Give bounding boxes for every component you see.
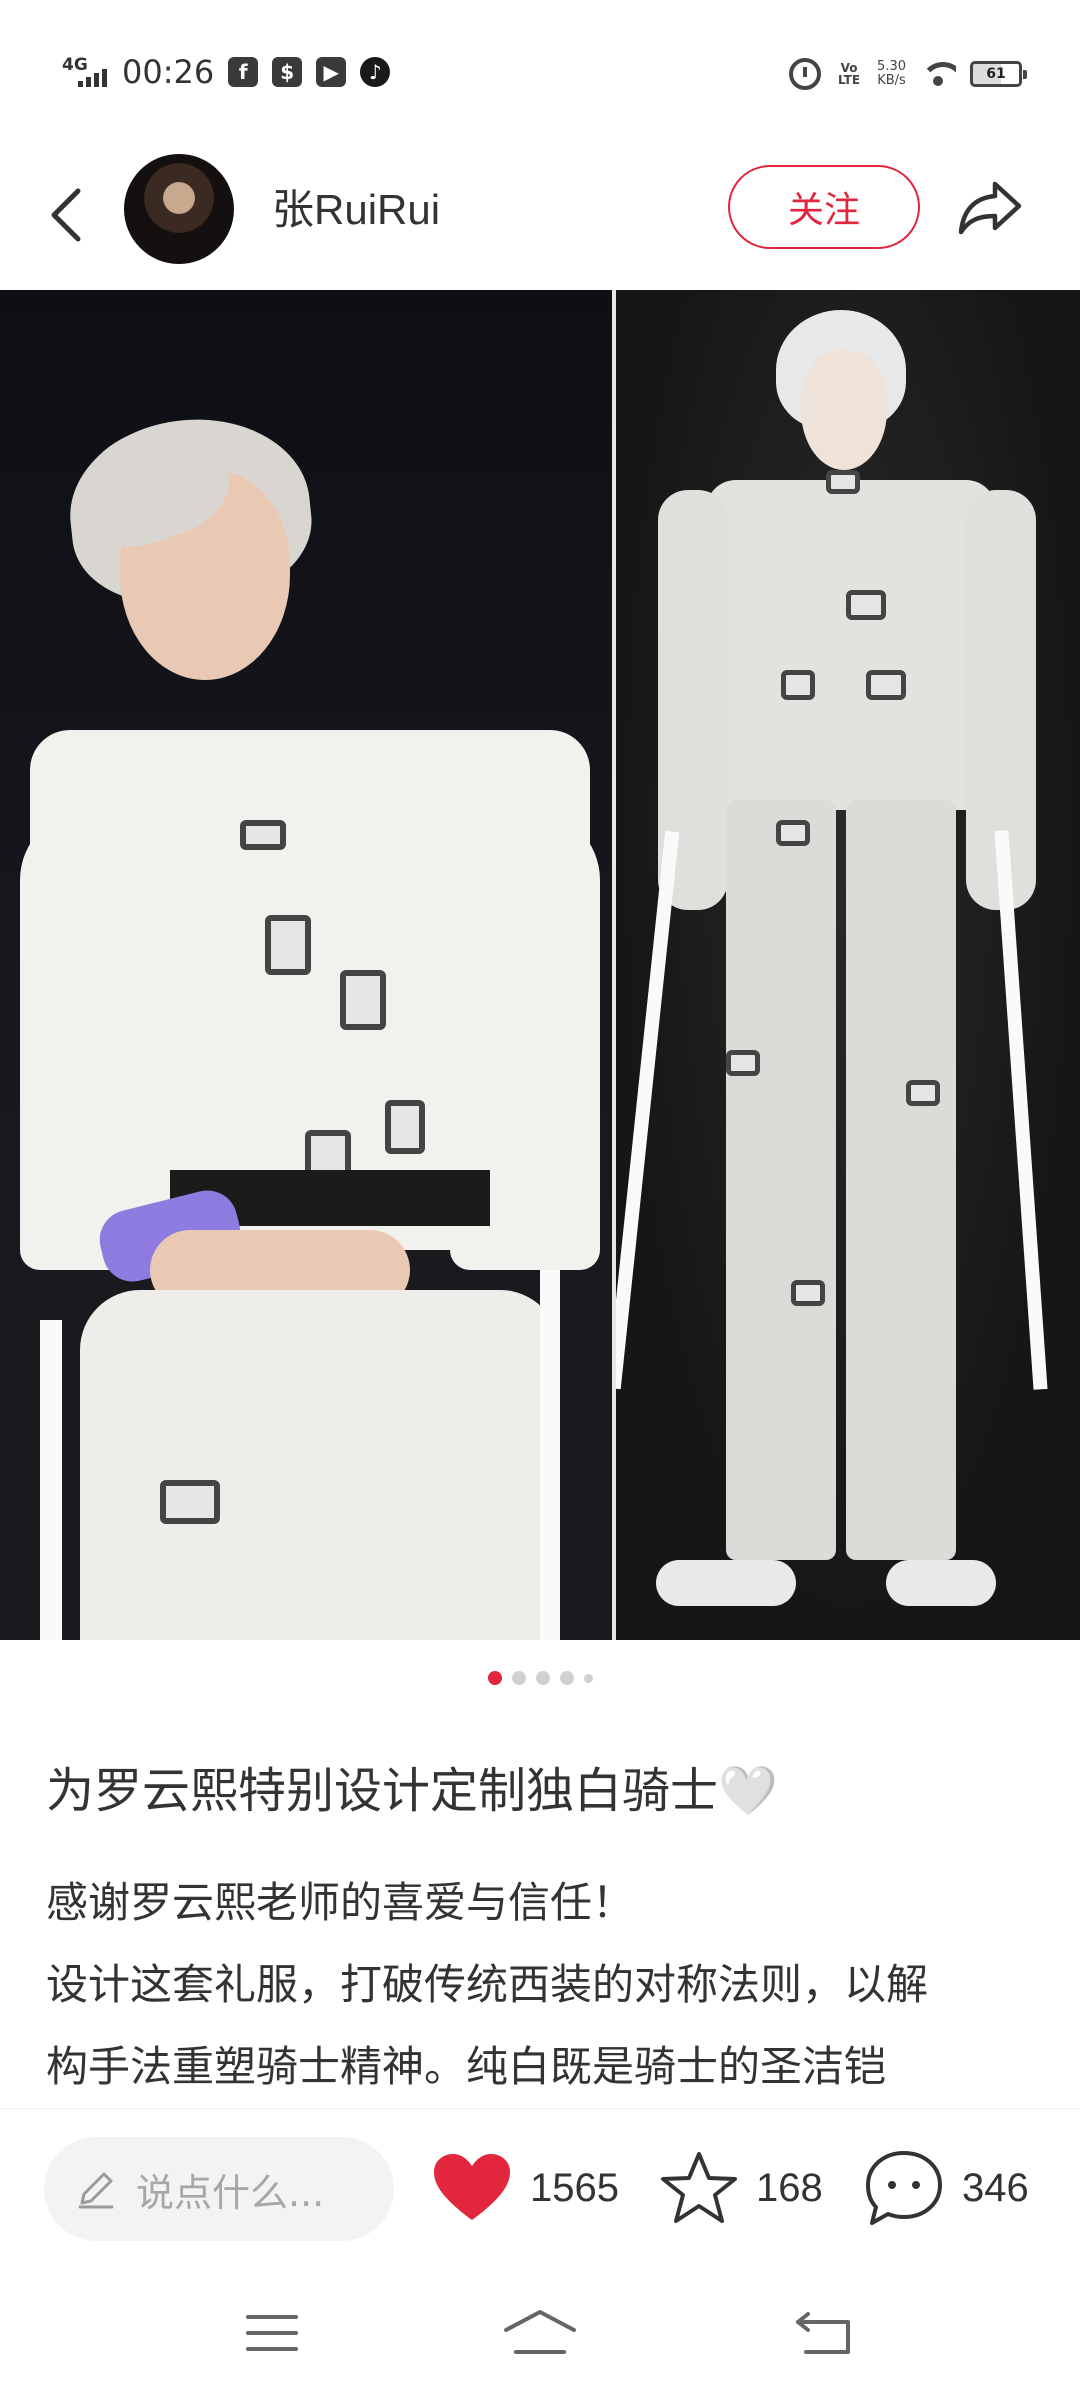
- speed-value: 5.30: [877, 59, 906, 74]
- system-back-button[interactable]: [784, 2298, 864, 2368]
- share-button[interactable]: [952, 170, 1028, 246]
- chat-bubble-icon: [866, 2151, 942, 2225]
- facebook-icon: f: [228, 57, 259, 87]
- share-icon: [958, 181, 1022, 235]
- menu-icon: [246, 2315, 298, 2351]
- carousel-dot: [511, 1671, 526, 1685]
- star-icon: [661, 2152, 737, 2223]
- author-avatar[interactable]: [124, 154, 234, 264]
- post-body-line: 构手法重塑骑士精神。纯白既是骑士的圣洁铠: [46, 2042, 887, 2091]
- heart-icon: [434, 2154, 510, 2220]
- like-count: 1565: [530, 2165, 619, 2210]
- carousel-dot: [583, 1673, 593, 1683]
- status-bar: 4G 00:26 f $ ▶ ♪ Vo LTE 5.30 KB/s 61: [0, 0, 1080, 140]
- follow-button[interactable]: 关注: [728, 165, 920, 249]
- design-sketch: [616, 290, 1080, 1640]
- favorite-button[interactable]: 168: [660, 2143, 823, 2233]
- post-body[interactable]: 感谢罗云熙老师的喜爱与信任！ 设计这套礼服，打破传统西装的对称法则，以解 构手法…: [46, 1862, 1046, 2108]
- battery-level: 61: [986, 66, 1006, 82]
- action-bar: 说点什么... 1565 168 346: [0, 2108, 1080, 2268]
- speed-unit: KB/s: [877, 73, 906, 88]
- volte-indicator: Vo LTE: [838, 61, 861, 87]
- carousel-dot: [535, 1671, 550, 1685]
- pencil-icon: [78, 2172, 114, 2209]
- post-header: 张RuiRui 关注: [0, 140, 1080, 290]
- author-name[interactable]: 张RuiRui: [272, 176, 440, 237]
- cellular-signal-icon: 4G: [62, 55, 108, 89]
- system-nav-bar: [0, 2268, 1080, 2400]
- post-body-line: 感谢罗云熙老师的喜爱与信任！: [46, 1878, 635, 1927]
- favorite-count: 168: [756, 2165, 823, 2210]
- comment-count: 346: [962, 2165, 1029, 2210]
- network-speed: 5.30 KB/s: [877, 60, 906, 88]
- home-button[interactable]: [500, 2298, 580, 2368]
- shop-icon: $: [272, 57, 303, 87]
- tiktok-icon: ♪: [360, 57, 391, 87]
- image-carousel[interactable]: [0, 290, 1080, 1640]
- back-button[interactable]: [36, 180, 96, 250]
- chevron-left-icon: [51, 188, 81, 242]
- carousel-dot: [559, 1671, 574, 1685]
- post-title: 为罗云熙特别设计定制独白骑士🤍: [46, 1763, 778, 1819]
- clock: 00:26: [122, 53, 215, 91]
- comment-placeholder: 说点什么...: [136, 2170, 325, 2215]
- wifi-icon: [920, 60, 956, 88]
- carousel-dot: [487, 1671, 502, 1685]
- comment-button[interactable]: 346: [864, 2143, 1029, 2233]
- recent-apps-button[interactable]: [232, 2298, 312, 2368]
- post-photo: [0, 290, 612, 1640]
- youtube-icon: ▶: [316, 57, 347, 87]
- alarm-icon: [789, 58, 822, 90]
- like-button[interactable]: 1565: [432, 2143, 619, 2233]
- back-arrow-icon: [796, 2312, 850, 2354]
- post-body-line: 设计这套礼服，打破传统西装的对称法则，以解: [46, 1960, 929, 2009]
- home-icon: [504, 2310, 576, 2354]
- carousel-indicator: [0, 1668, 1080, 1688]
- comment-input[interactable]: 说点什么...: [44, 2137, 394, 2241]
- battery-icon: 61: [970, 61, 1027, 87]
